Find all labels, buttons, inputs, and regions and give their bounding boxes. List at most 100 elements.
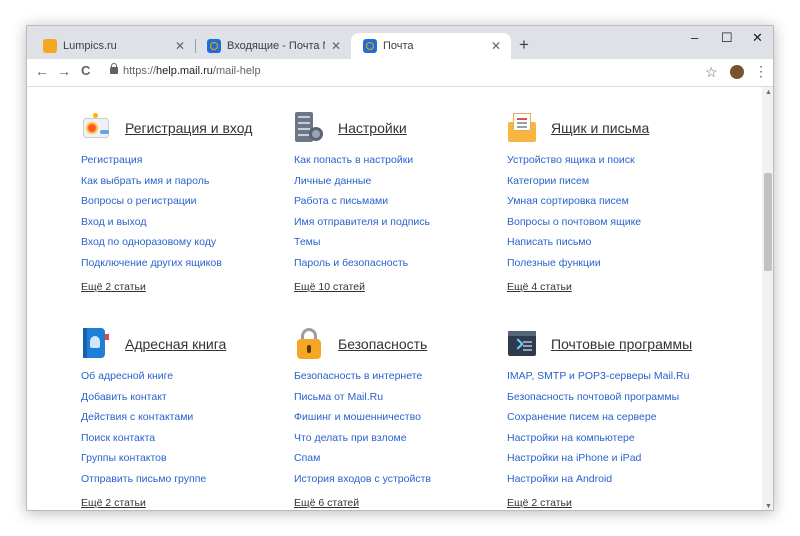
more-articles-link[interactable]: Ещё 6 статей bbox=[294, 497, 359, 509]
registration-icon bbox=[81, 112, 111, 144]
article-link[interactable]: Спам bbox=[294, 452, 504, 473]
close-window-button[interactable]: ✕ bbox=[752, 30, 763, 46]
scroll-up-arrow-icon[interactable]: ▲ bbox=[765, 89, 772, 96]
category-header: Ящик и письма bbox=[507, 111, 717, 145]
tab-strip: Lumpics.ru ✕ Входящие - Почта Mail.Ru ✕ … bbox=[27, 26, 773, 59]
tab-lumpics[interactable]: Lumpics.ru ✕ bbox=[31, 33, 195, 59]
url-host: help.mail.ru bbox=[156, 65, 213, 77]
article-link[interactable]: Группы контактов bbox=[81, 452, 291, 473]
category-title-link[interactable]: Безопасность bbox=[338, 336, 427, 352]
mail-programs-icon bbox=[507, 328, 537, 360]
article-link[interactable]: Поиск контакта bbox=[81, 432, 291, 453]
mailru-icon bbox=[207, 39, 221, 53]
category-mail-programs: Почтовые программы IMAP, SMTP и POP3-сер… bbox=[507, 327, 717, 510]
category-security: Безопасность Безопасность в интернете Пи… bbox=[294, 327, 504, 510]
category-registration: Регистрация и вход Регистрация Как выбра… bbox=[81, 111, 291, 295]
category-address-book: Адресная книга Об адресной книге Добавит… bbox=[81, 327, 291, 510]
article-link[interactable]: Настройки на компьютере bbox=[507, 432, 717, 453]
article-link[interactable]: История входов с устройств bbox=[294, 473, 504, 494]
article-link[interactable]: Умная сортировка писем bbox=[507, 195, 717, 216]
category-title-link[interactable]: Почтовые программы bbox=[551, 336, 692, 352]
scroll-down-arrow-icon[interactable]: ▼ bbox=[765, 503, 772, 510]
url-path: /mail-help bbox=[212, 65, 261, 77]
article-link[interactable]: Что делать при взломе bbox=[294, 432, 504, 453]
article-link[interactable]: Полезные функции bbox=[507, 257, 717, 278]
article-link[interactable]: Безопасность почтовой программы bbox=[507, 391, 717, 412]
category-header: Безопасность bbox=[294, 327, 504, 361]
more-articles-link[interactable]: Ещё 2 статьи bbox=[507, 497, 572, 509]
category-header: Адресная книга bbox=[81, 327, 291, 361]
article-link[interactable]: Подключение других ящиков bbox=[81, 257, 291, 278]
back-button[interactable]: ← bbox=[35, 63, 49, 79]
article-link[interactable]: Вопросы о регистрации bbox=[81, 195, 291, 216]
article-link[interactable]: Категории писем bbox=[507, 175, 717, 196]
category-title-link[interactable]: Ящик и письма bbox=[551, 120, 649, 136]
category-header: Настройки bbox=[294, 111, 504, 145]
lumpics-icon bbox=[43, 39, 57, 53]
article-link[interactable]: Вопросы о почтовом ящике bbox=[507, 216, 717, 237]
browser-toolbar: ← → C https://help.mail.ru/mail-help ☆ ⋮ bbox=[27, 59, 773, 87]
category-title-link[interactable]: Настройки bbox=[338, 120, 407, 136]
tab-close-icon[interactable]: ✕ bbox=[175, 39, 185, 53]
article-link[interactable]: Вход по одноразовому коду bbox=[81, 236, 291, 257]
new-tab-button[interactable]: + bbox=[519, 35, 529, 55]
article-link[interactable]: Написать письмо bbox=[507, 236, 717, 257]
url-scheme: https:// bbox=[123, 65, 157, 77]
category-header: Регистрация и вход bbox=[81, 111, 291, 145]
tab-close-icon[interactable]: ✕ bbox=[331, 39, 341, 53]
tab-title: Lumpics.ru bbox=[63, 40, 117, 52]
article-link[interactable]: Действия с контактами bbox=[81, 411, 291, 432]
article-link[interactable]: Устройство ящика и поиск bbox=[507, 154, 717, 175]
article-link[interactable]: Как попасть в настройки bbox=[294, 154, 504, 175]
article-list: Регистрация Как выбрать имя и пароль Воп… bbox=[81, 154, 291, 277]
article-link[interactable]: Отправить письмо группе bbox=[81, 473, 291, 494]
article-link[interactable]: Фишинг и мошенничество bbox=[294, 411, 504, 432]
extension-icon[interactable] bbox=[730, 65, 744, 79]
tab-title: Почта bbox=[383, 40, 414, 52]
article-link[interactable]: Письма от Mail.Ru bbox=[294, 391, 504, 412]
page-content: Регистрация и вход Регистрация Как выбра… bbox=[27, 87, 762, 510]
article-link[interactable]: Вход и выход bbox=[81, 216, 291, 237]
more-articles-link[interactable]: Ещё 2 статьи bbox=[81, 497, 146, 509]
category-title-link[interactable]: Регистрация и вход bbox=[125, 120, 252, 136]
browser-window: Lumpics.ru ✕ Входящие - Почта Mail.Ru ✕ … bbox=[26, 25, 774, 511]
article-link[interactable]: Имя отправителя и подпись bbox=[294, 216, 504, 237]
more-articles-link[interactable]: Ещё 4 статьи bbox=[507, 281, 572, 293]
forward-button[interactable]: → bbox=[57, 63, 71, 79]
article-link[interactable]: Добавить контакт bbox=[81, 391, 291, 412]
tab-title: Входящие - Почта Mail.Ru bbox=[227, 40, 325, 52]
article-link[interactable]: Личные данные bbox=[294, 175, 504, 196]
mailru-icon bbox=[363, 39, 377, 53]
bookmark-star-icon[interactable]: ☆ bbox=[705, 64, 718, 81]
scrollbar-thumb[interactable] bbox=[764, 173, 772, 271]
tab-inbox[interactable]: Входящие - Почта Mail.Ru ✕ bbox=[195, 33, 351, 59]
article-link[interactable]: Регистрация bbox=[81, 154, 291, 175]
article-list: Устройство ящика и поиск Категории писем… bbox=[507, 154, 717, 277]
lock-icon bbox=[294, 328, 324, 360]
article-link[interactable]: Безопасность в интернете bbox=[294, 370, 504, 391]
article-link[interactable]: Настройки на Android bbox=[507, 473, 717, 494]
article-link[interactable]: Пароль и безопасность bbox=[294, 257, 504, 278]
more-articles-link[interactable]: Ещё 2 статьи bbox=[81, 281, 146, 293]
article-list: IMAP, SMTP и POP3-серверы Mail.Ru Безопа… bbox=[507, 370, 717, 493]
tab-pochta[interactable]: Почта ✕ bbox=[351, 33, 511, 59]
article-link[interactable]: IMAP, SMTP и POP3-серверы Mail.Ru bbox=[507, 370, 717, 391]
category-title-link[interactable]: Адресная книга bbox=[125, 336, 226, 352]
tab-close-icon[interactable]: ✕ bbox=[491, 39, 501, 53]
vertical-scrollbar[interactable]: ▲ ▼ bbox=[762, 87, 773, 510]
article-link[interactable]: Как выбрать имя и пароль bbox=[81, 175, 291, 196]
article-link[interactable]: Темы bbox=[294, 236, 504, 257]
address-bar[interactable]: https://help.mail.ru/mail-help bbox=[123, 65, 261, 77]
more-articles-link[interactable]: Ещё 10 статей bbox=[294, 281, 365, 293]
article-link[interactable]: Настройки на iPhone и iPad bbox=[507, 452, 717, 473]
article-link[interactable]: Сохранение писем на сервере bbox=[507, 411, 717, 432]
reload-button[interactable]: C bbox=[81, 63, 90, 78]
article-link[interactable]: Об адресной книге bbox=[81, 370, 291, 391]
article-link[interactable]: Работа с письмами bbox=[294, 195, 504, 216]
lock-icon bbox=[110, 63, 118, 74]
article-list: Безопасность в интернете Письма от Mail.… bbox=[294, 370, 504, 493]
article-list: Как попасть в настройки Личные данные Ра… bbox=[294, 154, 504, 277]
menu-icon[interactable]: ⋮ bbox=[754, 63, 768, 80]
maximize-button[interactable]: ☐ bbox=[721, 30, 733, 46]
minimize-button[interactable]: – bbox=[691, 30, 698, 45]
